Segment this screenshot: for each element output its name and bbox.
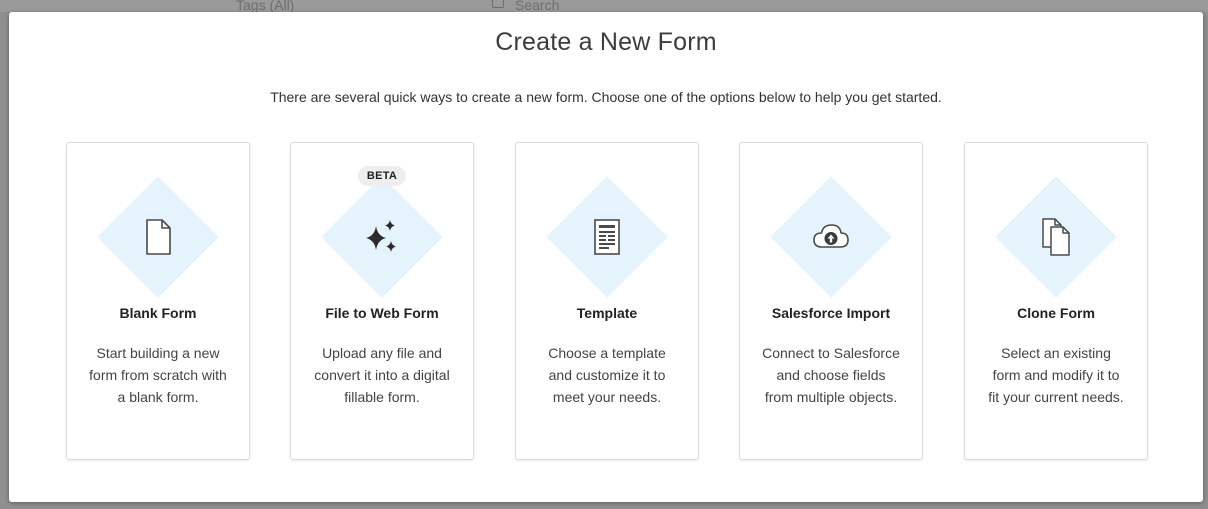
modal-title: Create a New Form bbox=[495, 28, 717, 56]
beta-badge: BETA bbox=[357, 166, 407, 186]
card-description: Select an existing form and modify it to… bbox=[988, 345, 1124, 405]
blank-form-card[interactable]: Blank Form Start building a new form fro… bbox=[66, 142, 250, 460]
copy-documents-icon bbox=[1036, 217, 1076, 257]
card-description: Choose a template and customize it to me… bbox=[548, 345, 666, 405]
background-search-icon bbox=[492, 0, 504, 8]
blank-document-icon bbox=[138, 217, 178, 257]
template-document-icon bbox=[587, 217, 627, 257]
card-title: Blank Form bbox=[119, 305, 197, 321]
file-to-web-form-card[interactable]: BETA File to Web Form Upload any file an… bbox=[290, 142, 474, 460]
card-title: File to Web Form bbox=[325, 305, 439, 321]
template-card[interactable]: Template Choose a template and customize… bbox=[515, 142, 699, 460]
card-description: Connect to Salesforce and choose fields … bbox=[762, 345, 900, 405]
card-description: Upload any file and convert it into a di… bbox=[314, 345, 450, 405]
cloud-upload-icon bbox=[811, 217, 851, 257]
create-form-modal: Create a New Form There are several quic… bbox=[9, 12, 1203, 502]
salesforce-import-card[interactable]: Salesforce Import Connect to Salesforce … bbox=[739, 142, 923, 460]
card-title: Template bbox=[576, 305, 638, 321]
modal-subtitle: There are several quick ways to create a… bbox=[270, 89, 942, 105]
card-description: Start building a new form from scratch w… bbox=[89, 345, 227, 405]
background-toolbar: Tags (All) Search bbox=[0, 0, 1208, 13]
sparkles-icon bbox=[362, 217, 402, 257]
clone-form-card[interactable]: Clone Form Select an existing form and m… bbox=[964, 142, 1148, 460]
card-title: Clone Form bbox=[1017, 305, 1095, 321]
card-title: Salesforce Import bbox=[771, 305, 891, 321]
